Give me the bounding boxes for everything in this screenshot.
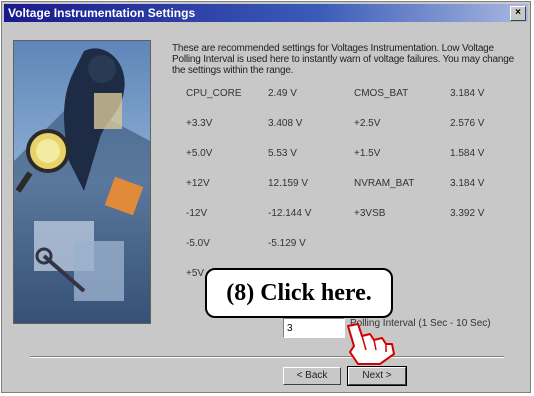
voltage-label: +2.5V: [354, 118, 381, 129]
voltage-value: 1.584 V: [450, 148, 485, 159]
voltage-value: 3.392 V: [450, 208, 485, 219]
voltage-value: 3.184 V: [450, 178, 485, 189]
wizard-illustration: [13, 40, 151, 324]
voltage-label: +3VSB: [354, 208, 386, 219]
voltage-value: -5.129 V: [268, 238, 306, 249]
close-icon[interactable]: ×: [510, 6, 526, 21]
separator: [30, 356, 504, 358]
voltage-label: -5.0V: [186, 238, 210, 249]
hand-pointer-icon: [347, 323, 395, 365]
voltage-row: -12V -12.144 V +3VSB 3.392 V: [172, 208, 522, 222]
voltage-row: +12V 12.159 V NVRAM_BAT 3.184 V: [172, 178, 522, 192]
voltage-label: +5V: [186, 268, 205, 279]
back-button[interactable]: < Back: [283, 367, 341, 385]
next-button[interactable]: Next >: [347, 366, 407, 386]
voltage-label: -12V: [186, 208, 208, 219]
voltage-label: CMOS_BAT: [354, 88, 409, 99]
voltage-value: 2.49 V: [268, 88, 297, 99]
polling-interval-input[interactable]: [283, 318, 345, 338]
voltage-value: 3.408 V: [268, 118, 303, 129]
callout-click-here: (8) Click here.: [205, 268, 393, 318]
voltage-label: +5.0V: [186, 148, 213, 159]
voltage-label: CPU_CORE: [186, 88, 242, 99]
window-title: Voltage Instrumentation Settings: [8, 6, 196, 20]
voltage-label: NVRAM_BAT: [354, 178, 415, 189]
voltage-row: +5.0V 5.53 V +1.5V 1.584 V: [172, 148, 522, 162]
voltage-label: +3.3V: [186, 118, 213, 129]
voltage-row: CPU_CORE 2.49 V CMOS_BAT 3.184 V: [172, 88, 522, 102]
description-text: These are recommended settings for Volta…: [172, 43, 514, 76]
voltage-label: +1.5V: [354, 148, 381, 159]
voltage-value: 5.53 V: [268, 148, 297, 159]
voltage-value: 2.576 V: [450, 118, 485, 129]
voltage-row: -5.0V -5.129 V: [172, 238, 522, 252]
title-bar: Voltage Instrumentation Settings ×: [4, 4, 528, 22]
voltage-value: 12.159 V: [268, 178, 309, 189]
voltage-row: +3.3V 3.408 V +2.5V 2.576 V: [172, 118, 522, 132]
voltage-value: 3.184 V: [450, 88, 485, 99]
voltage-value: -12.144 V: [268, 208, 312, 219]
voltage-label: +12V: [186, 178, 210, 189]
